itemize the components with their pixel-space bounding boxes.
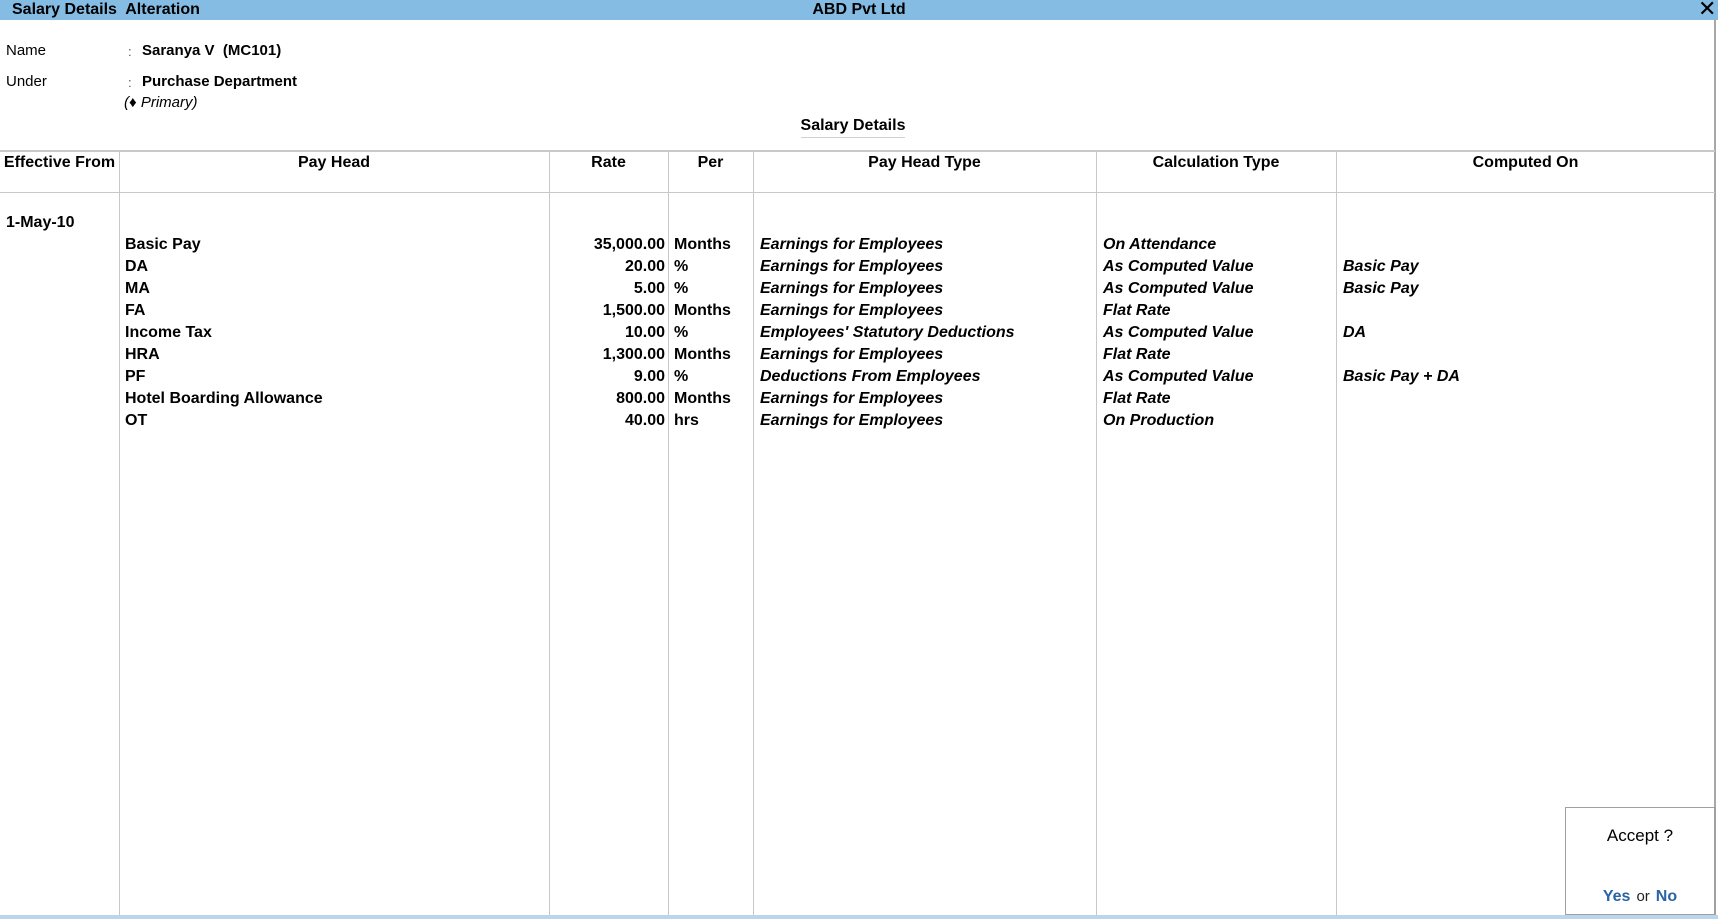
header-pay-head: Pay Head <box>297 154 371 171</box>
accept-options: Yes or No <box>1566 888 1714 906</box>
pay-head-cell: Hotel Boarding Allowance <box>125 390 323 407</box>
title-bar: Salary Details Alteration ABD Pvt Ltd ✕ <box>0 0 1718 20</box>
calculation-type-cell: As Computed Value <box>1103 368 1254 385</box>
rate-cell: 20.00 <box>624 258 665 275</box>
name-colon: : <box>128 44 132 59</box>
name-label: Name <box>6 42 47 59</box>
per-cell: Months <box>674 346 731 363</box>
table-row[interactable]: DA 20.00% Earnings for Employees As Compute… <box>0 256 1715 278</box>
pay-head-cell: HRA <box>125 346 160 363</box>
rate-cell: 800.00 <box>616 390 665 407</box>
yes-button[interactable]: Yes <box>1603 888 1631 905</box>
rate-cell: 10.00 <box>624 324 665 341</box>
pay-head-type-cell: Earnings for Employees <box>760 280 944 297</box>
rate-cell: 9.00 <box>633 368 665 385</box>
per-cell: Months <box>674 302 731 319</box>
pay-head-cell: DA <box>125 258 149 275</box>
section-title-text: Salary Details <box>800 117 906 138</box>
computed-on-cell: Basic Pay + DA <box>1343 368 1460 385</box>
pay-head-type-cell: Deductions From Employees <box>760 368 981 385</box>
computed-on-cell: DA <box>1343 324 1367 341</box>
per-cell: hrs <box>674 412 699 429</box>
calculation-type-cell: On Production <box>1103 412 1215 429</box>
close-icon[interactable]: ✕ <box>1698 0 1716 20</box>
header-effective-from: Effective From <box>3 154 116 171</box>
calculation-type-cell: As Computed Value <box>1103 258 1254 275</box>
per-cell: % <box>674 258 689 275</box>
no-button[interactable]: No <box>1656 888 1677 905</box>
pay-head-type-cell: Earnings for Employees <box>760 258 944 275</box>
table-header-border <box>0 192 1715 193</box>
pay-head-type-cell: Earnings for Employees <box>760 302 944 319</box>
pay-head-cell: MA <box>125 280 150 297</box>
per-cell: Months <box>674 236 731 253</box>
header-per: Per <box>697 154 724 171</box>
calculation-type-cell: On Attendance <box>1103 236 1217 253</box>
pay-head-type-cell: Earnings for Employees <box>760 412 944 429</box>
per-cell: % <box>674 368 689 385</box>
table-row[interactable]: PF 9.00% Deductions From Employees As Compu… <box>0 366 1715 388</box>
section-title: Salary Details <box>700 117 1006 138</box>
company-name: ABD Pvt Ltd <box>812 1 906 18</box>
bottom-strip <box>0 915 1718 919</box>
pay-head-cell: OT <box>125 412 148 429</box>
header-calculation-type: Calculation Type <box>1152 154 1280 171</box>
computed-on-cell: Basic Pay <box>1343 258 1419 275</box>
calculation-type-cell: Flat Rate <box>1103 302 1171 319</box>
header-rate: Rate <box>591 154 626 171</box>
table-row[interactable]: Hotel Boarding Allowance 800.00 Months Earn… <box>0 388 1715 410</box>
name-value[interactable]: Saranya V (MC101) <box>142 42 281 59</box>
accept-question: Accept ? <box>1606 826 1674 845</box>
header-computed-on: Computed On <box>1472 154 1579 171</box>
table-row[interactable]: Income Tax 10.00% Employees' Statutory Ded… <box>0 322 1715 344</box>
table-row[interactable]: Basic Pay 35,000.00 Months Earnings for Emp… <box>0 234 1715 256</box>
table-row[interactable]: OT 40.00 hrs Earnings for Employees On Produ… <box>0 410 1715 432</box>
under-colon: : <box>128 75 132 90</box>
per-cell: % <box>674 280 689 297</box>
or-text: or <box>1636 888 1650 905</box>
rate-cell: 40.00 <box>624 412 665 429</box>
pay-head-cell: PF <box>125 368 146 385</box>
calculation-type-cell: Flat Rate <box>1103 346 1171 363</box>
computed-on-cell: Basic Pay <box>1343 280 1419 297</box>
calculation-type-cell: As Computed Value <box>1103 280 1254 297</box>
pay-head-type-cell: Earnings for Employees <box>760 390 944 407</box>
under-label: Under <box>6 73 47 90</box>
per-cell: % <box>674 324 689 341</box>
pay-head-cell: Basic Pay <box>125 236 201 253</box>
table-row[interactable]: MA 5.00% Earnings for Employees As Computed… <box>0 278 1715 300</box>
pay-head-cell: Income Tax <box>125 324 212 341</box>
rate-cell: 1,300.00 <box>602 346 665 363</box>
pay-head-type-cell: Earnings for Employees <box>760 346 944 363</box>
per-cell: Months <box>674 390 731 407</box>
accept-dialog: Accept ? Yes or No <box>1565 807 1716 915</box>
effective-from-date[interactable]: 1-May-10 <box>6 214 74 232</box>
under-value[interactable]: Purchase Department <box>142 73 297 90</box>
header-pay-head-type: Pay Head Type <box>868 154 981 171</box>
calculation-type-cell: Flat Rate <box>1103 390 1171 407</box>
table-row[interactable]: FA 1,500.00 Months Earnings for Employees Fl… <box>0 300 1715 322</box>
pay-head-cell: FA <box>125 302 146 319</box>
rate-cell: 35,000.00 <box>593 236 665 253</box>
table-row[interactable]: HRA 1,300.00 Months Earnings for Employees F… <box>0 344 1715 366</box>
calculation-type-cell: As Computed Value <box>1103 324 1254 341</box>
pay-head-type-cell: Employees' Statutory Deductions <box>760 324 1015 341</box>
under-parent-group: (♦ Primary) <box>124 94 198 111</box>
pay-head-type-cell: Earnings for Employees <box>760 236 944 253</box>
rate-cell: 5.00 <box>633 280 665 297</box>
rate-cell: 1,500.00 <box>602 302 665 319</box>
